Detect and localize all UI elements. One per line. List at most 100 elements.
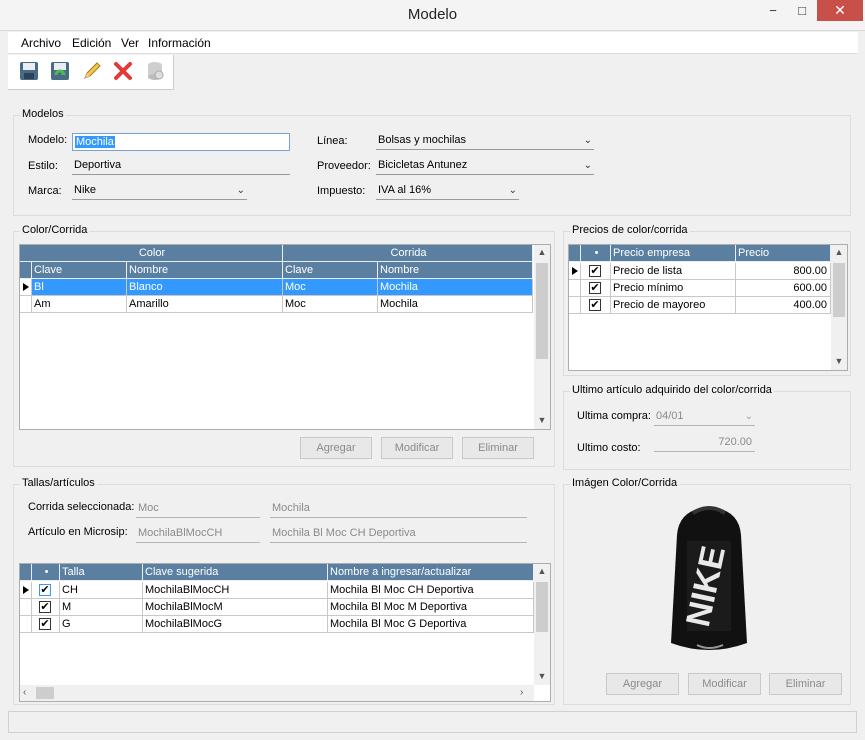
ultima-compra-select[interactable]: 04/01 ⌄ [654,408,755,426]
checkbox[interactable]: ✔ [39,601,51,613]
chevron-down-icon[interactable]: ▼ [534,415,550,425]
header-nombre-ingresar[interactable]: Nombre a ingresar/actualizar [328,564,534,581]
row-indicator-current[interactable] [20,279,32,296]
check-cell[interactable]: ✔ [581,297,611,314]
save-icon[interactable] [18,60,42,84]
delete-x-icon[interactable] [112,60,136,84]
color-modificar-button[interactable]: Modificar [381,437,453,459]
edit-pencil-icon[interactable] [81,60,105,84]
check-cell[interactable]: ✔ [32,599,60,616]
maximize-button[interactable]: □ [794,0,810,21]
scroll-thumb[interactable] [536,582,548,632]
header-precio-empresa[interactable]: Precio empresa [611,245,736,262]
row-indicator[interactable] [569,280,581,297]
vertical-scrollbar[interactable]: ▲ ▼ [831,245,847,370]
estilo-input[interactable]: Deportiva [72,157,290,175]
table-row-cell[interactable]: M [60,599,143,616]
header-color-clave[interactable]: Clave [32,262,127,279]
chevron-right-icon[interactable]: › [520,687,523,698]
header-check[interactable]: • [32,564,60,581]
table-row-cell[interactable]: Mochila Bl Moc G Deportiva [328,616,534,633]
table-row-cell[interactable]: MochilaBlMocM [143,599,328,616]
table-row-cell[interactable]: Amarillo [127,296,283,313]
table-row-cell[interactable]: Precio de mayoreo [611,297,736,314]
table-row-cell[interactable]: 400.00 [736,297,831,314]
color-agregar-button[interactable]: Agregar [300,437,372,459]
imagen-agregar-button[interactable]: Agregar [606,673,679,695]
menu-archivo[interactable]: Archivo [21,36,61,50]
menu-informacion[interactable]: Información [148,36,211,50]
header-precio[interactable]: Precio [736,245,831,262]
chevron-down-icon[interactable]: ▼ [534,671,550,681]
ultimo-costo-field[interactable]: 720.00 [654,434,755,452]
row-indicator[interactable] [569,297,581,314]
menu-ver[interactable]: Ver [121,36,139,50]
chevron-up-icon[interactable]: ▲ [534,247,550,257]
color-eliminar-button[interactable]: Eliminar [462,437,534,459]
impuesto-select[interactable]: IVA al 16% ⌄ [376,182,519,200]
scroll-thumb[interactable] [833,263,845,317]
table-row-cell[interactable]: 800.00 [736,263,831,280]
database-icon[interactable] [144,60,168,84]
linea-select[interactable]: Bolsas y mochilas ⌄ [376,132,594,150]
row-indicator-current[interactable] [20,582,32,599]
color-corrida-grid[interactable]: Color Corrida Clave Nombre Clave Nombre … [19,244,551,430]
table-row-cell[interactable]: 600.00 [736,280,831,297]
table-row-cell[interactable]: Blanco [127,279,283,296]
header-color-nombre[interactable]: Nombre [127,262,283,279]
header-check[interactable]: • [581,245,611,262]
table-row-cell[interactable]: Precio mínimo [611,280,736,297]
row-indicator[interactable] [20,599,32,616]
checkbox[interactable]: ✔ [589,299,601,311]
check-cell[interactable]: ✔ [32,582,60,599]
modelo-input[interactable]: Mochila [72,133,290,151]
check-cell[interactable]: ✔ [32,616,60,633]
row-indicator[interactable] [20,616,32,633]
tallas-grid[interactable]: • Talla Clave sugerida Nombre a ingresar… [19,563,551,702]
row-indicator[interactable] [20,296,32,313]
table-row-cell[interactable]: Mochila [378,296,533,313]
table-row-cell[interactable]: Bl [32,279,127,296]
table-row-cell[interactable]: CH [60,582,143,599]
header-talla[interactable]: Talla [60,564,143,581]
table-row-cell[interactable]: Mochila Bl Moc M Deportiva [328,599,534,616]
vertical-scrollbar[interactable]: ▲ ▼ [534,564,550,685]
checkbox[interactable]: ✔ [39,584,51,596]
scroll-thumb[interactable] [36,687,54,699]
close-button[interactable]: ✕ [817,0,863,21]
table-row-cell[interactable]: G [60,616,143,633]
table-row-cell[interactable]: Mochila Bl Moc CH Deportiva [328,582,534,599]
chevron-up-icon[interactable]: ▲ [534,566,550,576]
menu-edicion[interactable]: Edición [72,36,111,50]
table-row-cell[interactable]: Moc [283,296,378,313]
header-clave-sugerida[interactable]: Clave sugerida [143,564,328,581]
checkbox[interactable]: ✔ [39,618,51,630]
header-corrida-nombre[interactable]: Nombre [378,262,533,279]
scroll-thumb[interactable] [536,263,548,359]
proveedor-select[interactable]: Bicicletas Antunez ⌄ [376,157,594,175]
table-row-cell[interactable]: Moc [283,279,378,296]
chevron-down-icon[interactable]: ▼ [831,356,847,366]
minimize-button[interactable]: − [765,0,781,21]
imagen-eliminar-button[interactable]: Eliminar [769,673,842,695]
checkbox[interactable]: ✔ [589,265,601,277]
table-row-cell[interactable]: Mochila [378,279,533,296]
check-cell[interactable]: ✔ [581,280,611,297]
chevron-left-icon[interactable]: ‹ [23,687,26,698]
row-indicator-current[interactable] [569,263,581,280]
imagen-title: Imágen Color/Corrida [570,477,680,489]
check-cell[interactable]: ✔ [581,263,611,280]
header-corrida-clave[interactable]: Clave [283,262,378,279]
vertical-scrollbar[interactable]: ▲ ▼ [534,245,550,429]
precios-grid[interactable]: • Precio empresa Precio ✔ Precio de list… [568,244,848,371]
save-refresh-icon[interactable] [49,60,73,84]
table-row-cell[interactable]: Am [32,296,127,313]
checkbox[interactable]: ✔ [589,282,601,294]
marca-select[interactable]: Nike ⌄ [72,182,247,200]
table-row-cell[interactable]: Precio de lista [611,263,736,280]
horizontal-scrollbar[interactable]: ‹ › [20,685,534,701]
table-row-cell[interactable]: MochilaBlMocG [143,616,328,633]
imagen-modificar-button[interactable]: Modificar [688,673,761,695]
table-row-cell[interactable]: MochilaBlMocCH [143,582,328,599]
chevron-up-icon[interactable]: ▲ [831,247,847,257]
